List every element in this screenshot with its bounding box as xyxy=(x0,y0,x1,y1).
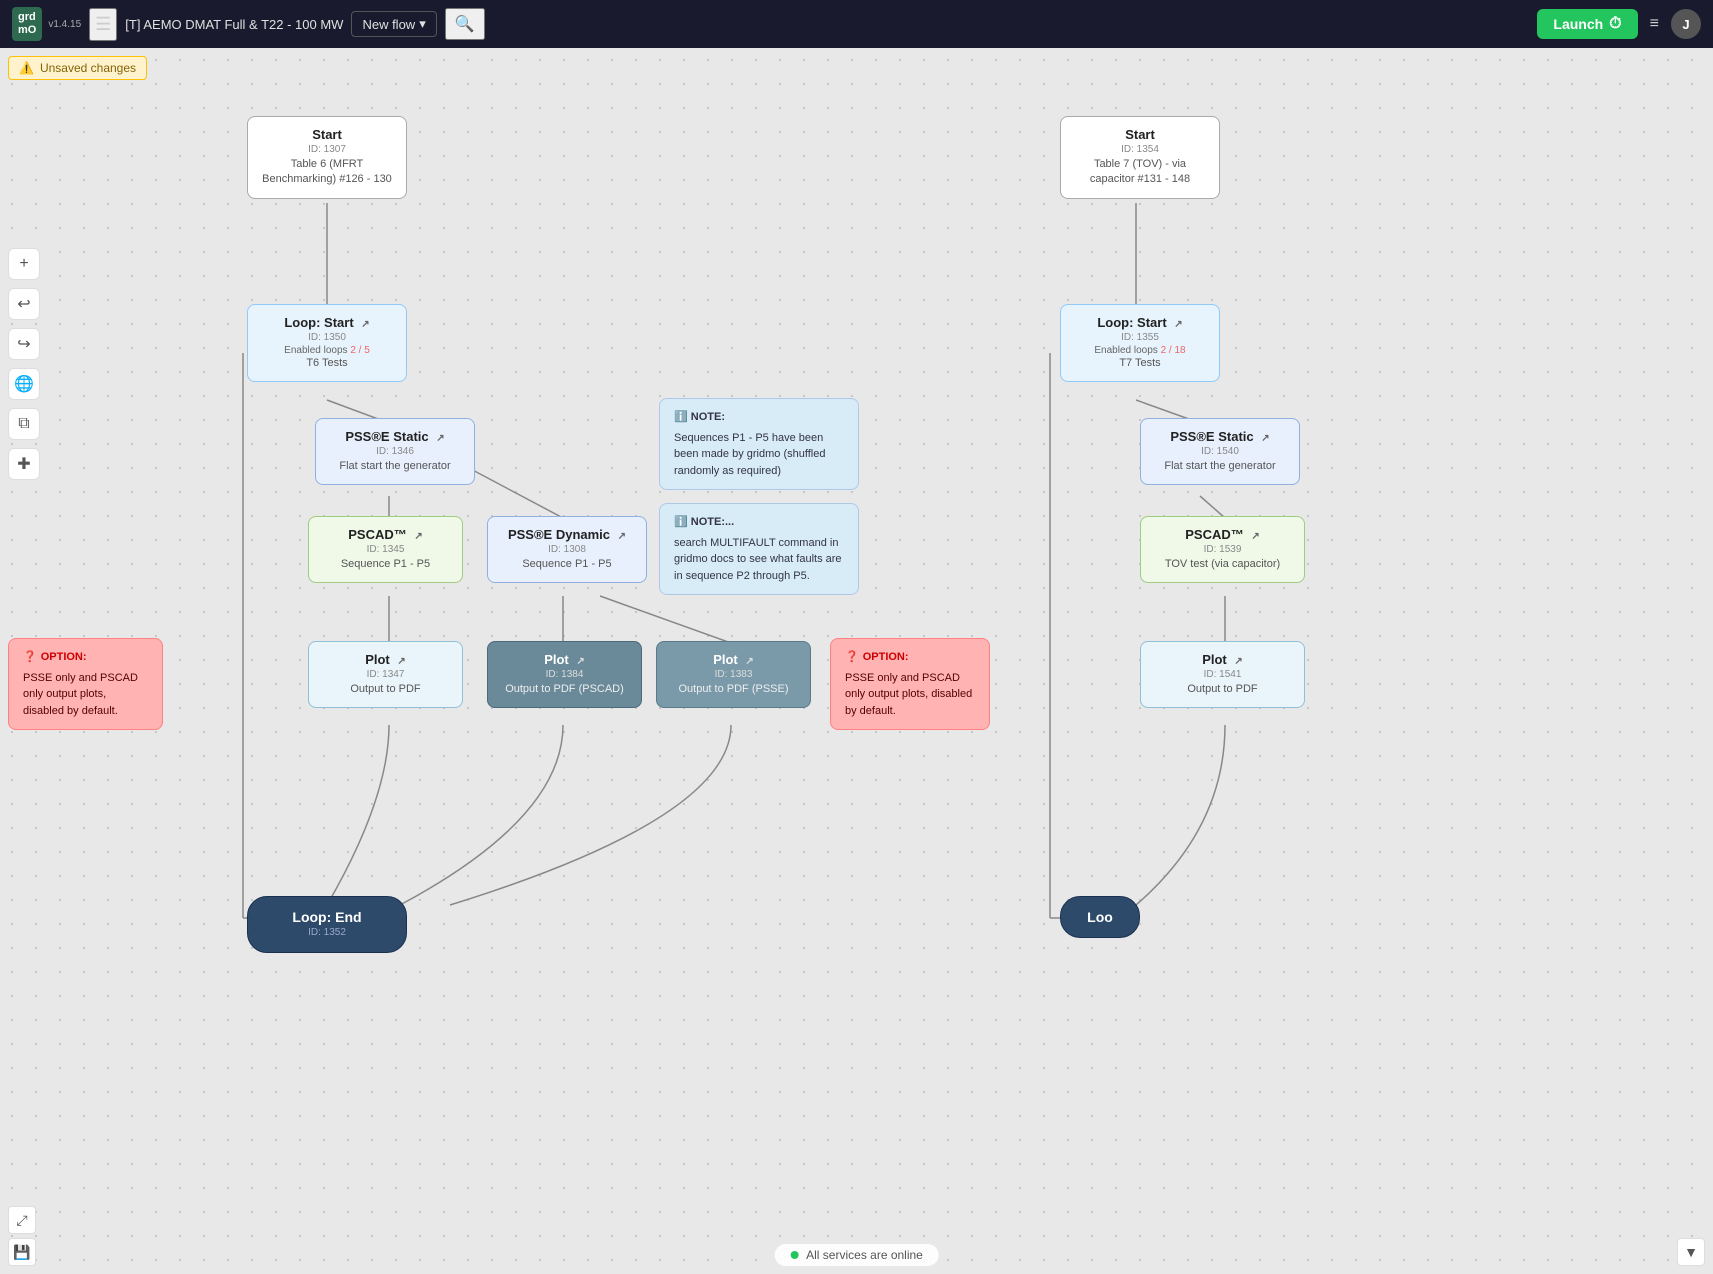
avatar[interactable]: J xyxy=(1671,9,1701,39)
external-link-icon-1: ↗ xyxy=(361,319,369,330)
logo-area: grd mO v1.4.15 xyxy=(12,7,81,41)
external-link-icon-4: ↗ xyxy=(1261,433,1269,444)
plot-node-2[interactable]: Plot ↗ ID: 1384 Output to PDF (PSCAD) xyxy=(487,641,642,708)
pscad-node-2[interactable]: PSCAD™ ↗ ID: 1539 TOV test (via capacito… xyxy=(1140,516,1305,583)
undo-button[interactable]: ↩ xyxy=(8,288,40,320)
settings-icon[interactable]: ≡ xyxy=(1650,15,1659,33)
breadcrumb: [T] AEMO DMAT Full & T22 - 100 MW xyxy=(125,17,343,32)
psse-static-node-1[interactable]: PSS®E Static ↗ ID: 1346 Flat start the g… xyxy=(315,418,475,485)
external-link-icon-2: ↗ xyxy=(1174,319,1182,330)
external-link-icon-11: ↗ xyxy=(1234,656,1242,667)
start-node-2[interactable]: Start ID: 1354 Table 7 (TOV) - via capac… xyxy=(1060,116,1220,199)
note-box-2: ℹ️ NOTE:... search MULTIFAULT command in… xyxy=(659,503,859,595)
save-button[interactable]: 💾 xyxy=(8,1238,36,1266)
chevron-down-icon-bottom[interactable]: ▼ xyxy=(1677,1238,1705,1266)
external-link-icon-6: ↗ xyxy=(618,531,626,542)
external-link-icon-10: ↗ xyxy=(745,656,753,667)
canvas[interactable]: ⚠️ Unsaved changes + ↩ ↪ 🌐 ⧉ ✚ Start ID:… xyxy=(0,48,1713,1274)
start-node-1[interactable]: Start ID: 1307 Table 6 (MFRT Benchmarkin… xyxy=(247,116,407,199)
launch-icon: ⏱ xyxy=(1609,15,1621,33)
fullscreen-button[interactable]: ⤢ xyxy=(8,1206,36,1234)
warning-icon: ⚠️ xyxy=(19,61,34,75)
external-link-icon-5: ↗ xyxy=(414,531,422,542)
status-bar: All services are online xyxy=(774,1244,939,1266)
external-link-icon-9: ↗ xyxy=(576,656,584,667)
warning-icon-opt1: ❓ xyxy=(23,649,37,666)
info-icon-1: ℹ️ xyxy=(674,411,688,423)
option-box-1: ❓ OPTION: PSSE only and PSCAD only outpu… xyxy=(8,638,163,730)
loop-end-node-2[interactable]: Loo xyxy=(1060,896,1140,938)
add-node-button[interactable]: ✚ xyxy=(8,448,40,480)
nodes-layer: ⚠️ Unsaved changes + ↩ ↪ 🌐 ⧉ ✚ Start ID:… xyxy=(0,48,1713,1274)
hamburger-button[interactable]: ☰ xyxy=(89,8,117,41)
header-right: Launch ⏱ ≡ J xyxy=(1537,9,1701,39)
plot-node-3[interactable]: Plot ↗ ID: 1383 Output to PDF (PSSE) xyxy=(656,641,811,708)
external-link-icon-7: ↗ xyxy=(1251,531,1259,542)
chevron-down-icon: ▾ xyxy=(419,16,426,32)
loop-start-node-2[interactable]: Loop: Start ↗ ID: 1355 Enabled loops 2 /… xyxy=(1060,304,1220,382)
header: grd mO v1.4.15 ☰ [T] AEMO DMAT Full & T2… xyxy=(0,0,1713,48)
launch-button[interactable]: Launch ⏱ xyxy=(1537,9,1637,39)
status-dot xyxy=(790,1251,798,1259)
info-icon-2: ℹ️ xyxy=(674,516,688,528)
loop-end-node-1[interactable]: Loop: End ID: 1352 xyxy=(247,896,407,953)
scroll-down-button[interactable]: ▼ xyxy=(1677,1238,1705,1266)
search-button[interactable]: 🔍 xyxy=(445,8,485,40)
new-flow-button[interactable]: New flow ▾ xyxy=(351,11,436,37)
loop-start-node-1[interactable]: Loop: Start ↗ ID: 1350 Enabled loops 2 /… xyxy=(247,304,407,382)
psse-static-node-2[interactable]: PSS®E Static ↗ ID: 1540 Flat start the g… xyxy=(1140,418,1300,485)
globe-button[interactable]: 🌐 xyxy=(8,368,40,400)
unsaved-banner: ⚠️ Unsaved changes xyxy=(8,56,147,80)
note-box-1: ℹ️ NOTE: Sequences P1 - P5 have been bee… xyxy=(659,398,859,490)
bottom-left-controls: ⤢ 💾 xyxy=(8,1206,36,1266)
option-box-2: ❓ OPTION: PSSE only and PSCAD only outpu… xyxy=(830,638,990,730)
version-tag: v1.4.15 xyxy=(48,19,81,30)
warning-icon-opt2: ❓ xyxy=(845,649,859,666)
left-toolbar: + ↩ ↪ 🌐 ⧉ ✚ xyxy=(8,248,40,480)
redo-button[interactable]: ↪ xyxy=(8,328,40,360)
zoom-in-button[interactable]: + xyxy=(8,248,40,280)
plot-node-1[interactable]: Plot ↗ ID: 1347 Output to PDF xyxy=(308,641,463,708)
pscad-node-1[interactable]: PSCAD™ ↗ ID: 1345 Sequence P1 - P5 xyxy=(308,516,463,583)
logo: grd mO xyxy=(12,7,42,41)
psse-dynamic-node[interactable]: PSS®E Dynamic ↗ ID: 1308 Sequence P1 - P… xyxy=(487,516,647,583)
external-link-icon-3: ↗ xyxy=(436,433,444,444)
layers-button[interactable]: ⧉ xyxy=(8,408,40,440)
external-link-icon-8: ↗ xyxy=(397,656,405,667)
plot-node-4[interactable]: Plot ↗ ID: 1541 Output to PDF xyxy=(1140,641,1305,708)
